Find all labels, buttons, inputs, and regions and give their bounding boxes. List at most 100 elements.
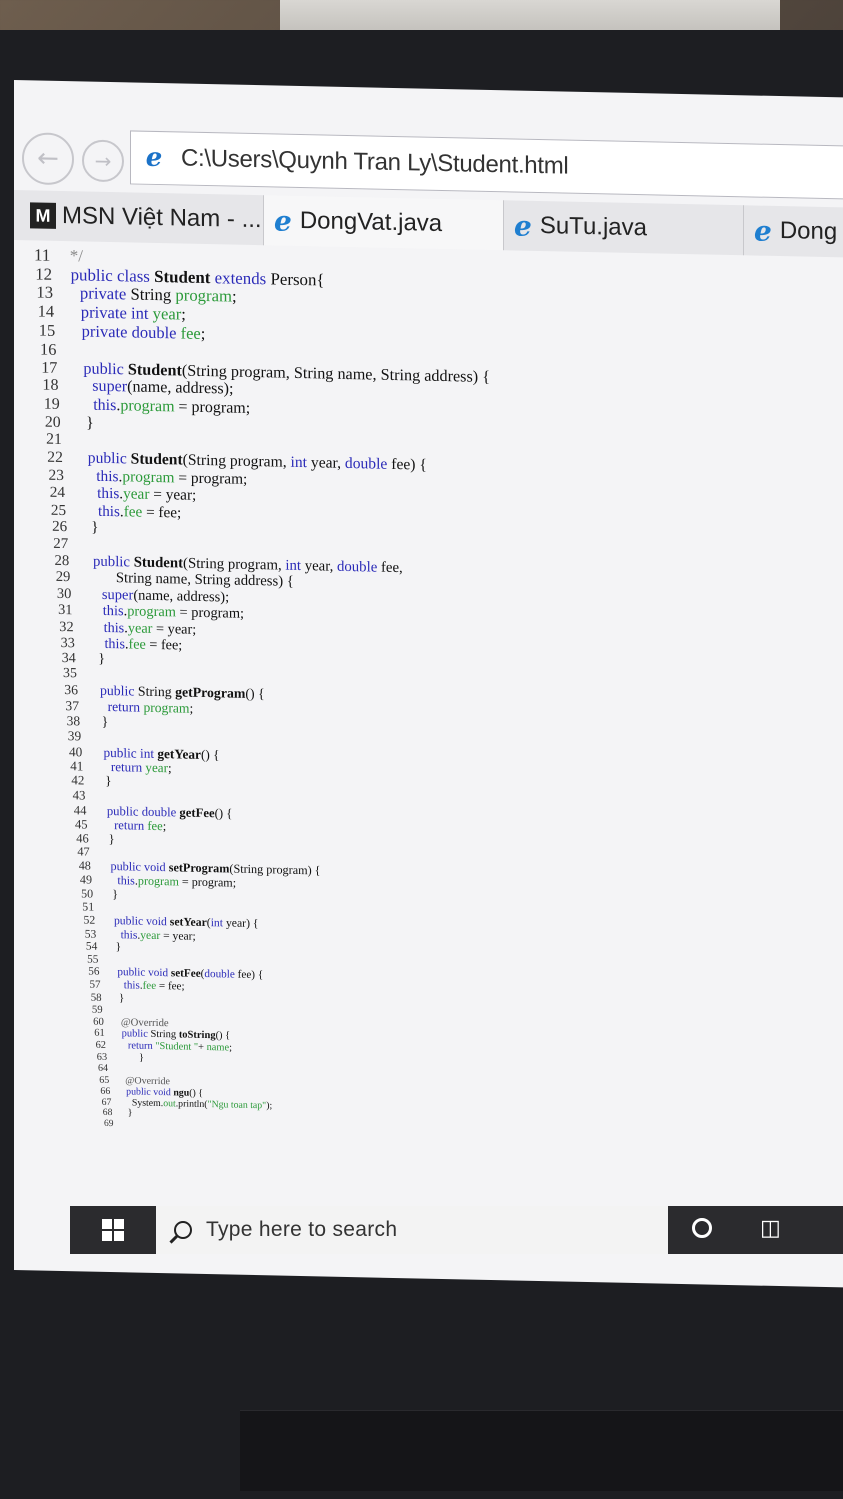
code-token: getProgram bbox=[175, 684, 246, 701]
code-token: } bbox=[113, 991, 125, 1004]
code-token: setYear bbox=[169, 915, 207, 930]
arrow-right-icon: → bbox=[94, 148, 112, 174]
code-token: private bbox=[79, 283, 131, 304]
code-token: (String program, bbox=[182, 451, 291, 471]
line-number: 26 bbox=[52, 518, 68, 535]
tab-dongvat[interactable]: e DongVat.java bbox=[264, 195, 504, 251]
code-token: year bbox=[127, 619, 153, 637]
line-number: 68 bbox=[102, 1107, 113, 1119]
code-token: = year; bbox=[160, 928, 196, 943]
code-token: Student bbox=[127, 360, 182, 380]
code-token: } bbox=[91, 651, 106, 667]
code-token: public bbox=[99, 682, 138, 699]
taskbar-search[interactable]: Type here to search bbox=[156, 1206, 668, 1254]
code-token: private double bbox=[81, 321, 181, 343]
line-number: 38 bbox=[66, 713, 81, 729]
code-token: = program; bbox=[178, 874, 237, 890]
code-token: () { bbox=[214, 805, 233, 821]
cortana-icon[interactable] bbox=[692, 1218, 712, 1238]
code-token: fee, bbox=[380, 559, 403, 576]
line-number: 25 bbox=[50, 501, 67, 519]
line-number: 19 bbox=[43, 395, 60, 413]
ie-icon: e bbox=[754, 214, 772, 248]
line-number: 12 bbox=[35, 264, 53, 284]
code-token: } bbox=[122, 1107, 133, 1119]
code-token: () { bbox=[200, 746, 220, 762]
line-number: 51 bbox=[82, 899, 95, 914]
code-token: out bbox=[163, 1098, 176, 1110]
line-number: 60 bbox=[93, 1015, 104, 1028]
code-token: year bbox=[152, 304, 182, 324]
code-token: } bbox=[94, 713, 109, 730]
code-token: fee bbox=[147, 818, 163, 834]
code-token: setFee bbox=[170, 967, 201, 981]
line-number: 49 bbox=[79, 872, 92, 887]
laptop-bezel: ← → e C:\Users\Quynh Tran Ly\Student.htm… bbox=[0, 30, 843, 1499]
search-icon bbox=[174, 1221, 192, 1239]
start-button[interactable] bbox=[70, 1206, 156, 1254]
line-number: 64 bbox=[98, 1063, 109, 1075]
code-token: return bbox=[114, 817, 148, 833]
code-token: this bbox=[120, 927, 138, 942]
browser-window: ← → e C:\Users\Quynh Tran Ly\Student.htm… bbox=[14, 80, 843, 1288]
code-token: } bbox=[98, 773, 112, 789]
line-number: 33 bbox=[60, 634, 75, 651]
line-number: 40 bbox=[69, 743, 83, 759]
line-number: 24 bbox=[49, 483, 65, 502]
code-token: program bbox=[127, 603, 176, 621]
code-token: return bbox=[127, 1040, 156, 1052]
code-token: @Override bbox=[125, 1075, 170, 1088]
code-token: String bbox=[130, 284, 176, 305]
address-bar[interactable]: e C:\Users\Quynh Tran Ly\Student.html bbox=[130, 130, 843, 200]
code-token: = fee; bbox=[142, 503, 182, 522]
code-token: super bbox=[92, 377, 128, 396]
code-token: .println( bbox=[175, 1098, 208, 1111]
code-token: getYear bbox=[157, 745, 201, 762]
line-number: 63 bbox=[96, 1051, 108, 1063]
line-number: 65 bbox=[99, 1074, 110, 1086]
code-token: (String program, bbox=[183, 555, 286, 574]
code-token: () { bbox=[245, 685, 265, 702]
keyboard-deck bbox=[240, 1410, 843, 1491]
code-token: public bbox=[87, 449, 131, 468]
taskbar: Type here to search ◫ bbox=[70, 1206, 843, 1254]
task-view-icon[interactable]: ◫ bbox=[760, 1218, 782, 1240]
code-token: ; bbox=[231, 286, 237, 306]
line-number: 28 bbox=[54, 552, 70, 569]
code-token: double bbox=[344, 455, 392, 474]
code-token: String bbox=[137, 683, 176, 700]
code-token: fee) { bbox=[391, 456, 427, 474]
forward-button[interactable]: → bbox=[82, 139, 124, 183]
code-token: year bbox=[140, 928, 161, 942]
code-token: fee bbox=[180, 323, 201, 343]
line-number: 23 bbox=[48, 466, 64, 484]
back-button[interactable]: ← bbox=[22, 132, 74, 186]
code-token: () { bbox=[189, 1087, 204, 1100]
code-token: ; bbox=[162, 819, 167, 834]
line-number: 20 bbox=[44, 413, 61, 431]
line-number: 55 bbox=[87, 953, 99, 966]
line-number: 16 bbox=[40, 339, 57, 359]
tab-msn[interactable]: M MSN Việt Nam - ... bbox=[14, 190, 264, 246]
tab-dong[interactable]: e Dong bbox=[744, 205, 843, 259]
line-number: 66 bbox=[100, 1085, 111, 1098]
code-token: + bbox=[198, 1041, 207, 1054]
code-token: public double bbox=[106, 803, 180, 819]
code-token: @Override bbox=[120, 1016, 169, 1030]
code-token: this bbox=[102, 603, 124, 620]
code-token: year) { bbox=[225, 916, 259, 931]
line-number: 62 bbox=[95, 1039, 106, 1051]
code-token: double bbox=[204, 968, 238, 982]
line-number: 13 bbox=[36, 282, 54, 303]
tab-sutu[interactable]: e SuTu.java bbox=[504, 200, 744, 256]
